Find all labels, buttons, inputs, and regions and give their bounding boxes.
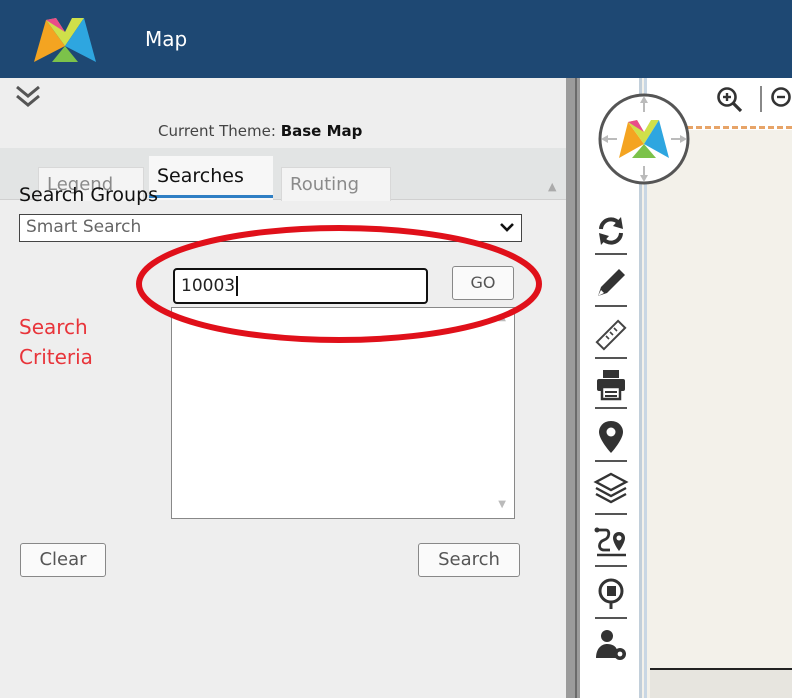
toolbar-divider [595,617,627,619]
geo-locate-icon[interactable] [592,574,630,612]
search-groups-select[interactable]: Smart Search [19,214,522,242]
search-button[interactable]: Search [418,543,520,577]
user-settings-icon[interactable] [592,626,630,664]
zoom-divider [760,86,762,112]
ruler-icon[interactable] [592,316,630,354]
double-chevron-down-icon[interactable] [14,84,42,110]
search-groups-label: Search Groups [19,184,159,206]
map-pin-icon[interactable] [592,418,630,456]
clear-button[interactable]: Clear [20,543,106,577]
search-input-value: 10003 [181,276,236,296]
layers-icon[interactable] [592,470,630,508]
criteria-scroll-up-arrow[interactable]: ▲ [498,312,506,323]
panel-splitter-line [575,78,577,698]
toolbar-divider [595,305,627,307]
current-theme-label: Current Theme: [158,122,276,140]
zoom-out-icon[interactable] [768,86,792,114]
pencil-icon[interactable] [592,264,630,302]
print-icon[interactable] [592,366,630,404]
search-criteria-label: Search Criteria [19,315,93,369]
panel-scroll-up-arrow[interactable]: ▲ [548,180,556,193]
app-header: Map [0,0,792,78]
app-title: Map [145,27,188,51]
route-icon[interactable] [592,522,630,560]
current-theme-value: Base Map [280,122,363,140]
search-criteria-list[interactable]: ▲ ▼ [171,307,515,519]
toolbar-divider [595,407,627,409]
text-caret [236,276,239,296]
zoom-in-icon[interactable] [716,86,744,114]
chevron-down-icon [500,223,514,232]
app-logo[interactable] [32,12,98,68]
toolbar-divider [595,460,627,462]
toolbar-divider [595,565,627,567]
toolbar-divider [595,513,627,515]
search-groups-selected: Smart Search [26,217,142,237]
tab-searches[interactable]: Searches [149,156,273,200]
map-feature-strip [650,668,792,698]
current-theme: Current Theme: Base Map [158,122,362,140]
compass-icon[interactable] [597,92,691,186]
criteria-scroll-down-arrow[interactable]: ▼ [498,499,506,510]
refresh-icon[interactable] [592,212,630,250]
toolbar-divider [595,253,627,255]
go-button[interactable]: GO [452,266,514,300]
toolbar-divider [595,357,627,359]
search-input[interactable]: 10003 [173,268,428,304]
tab-routing[interactable]: Routing [281,167,391,201]
panel-splitter[interactable] [566,78,580,698]
